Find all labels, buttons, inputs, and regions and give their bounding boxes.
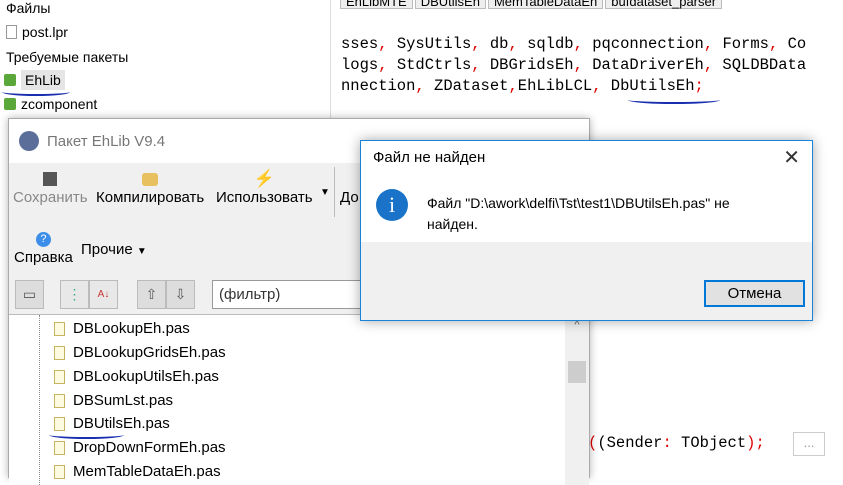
- cancel-button[interactable]: Отмена: [704, 280, 805, 307]
- help-icon: ?: [35, 229, 51, 249]
- tree-item[interactable]: MemTableDataEh.pas: [54, 463, 221, 480]
- use-dropdown-arrow[interactable]: ▼: [320, 187, 330, 198]
- tab[interactable]: DBUtilsEh: [414, 0, 486, 9]
- tree-item[interactable]: DropDownFormEh.pas: [54, 439, 226, 456]
- filter-input[interactable]: (фильтр): [212, 280, 372, 309]
- tree-scrollbar[interactable]: ^: [565, 315, 589, 485]
- editor-tabs: EhLibMTE DBUtilsEh MemTableDataEh bufdat…: [340, 0, 723, 9]
- file-tree: DBLookupEh.pas DBLookupGridsEh.pas DBLoo…: [9, 314, 589, 485]
- file-icon: [54, 345, 65, 360]
- dialog-footer: Отмена: [361, 242, 812, 320]
- file-not-found-dialog: Файл не найден ✕ i Файл "D:\awork\delfi\…: [360, 140, 813, 321]
- file-icon: [54, 416, 65, 431]
- tree-icon: ⋮: [67, 286, 82, 302]
- package-icon: [4, 98, 16, 110]
- ellipsis-button[interactable]: ...: [793, 432, 825, 456]
- file-post-lpr[interactable]: post.lpr: [6, 24, 68, 40]
- open-node-button[interactable]: ▭: [15, 280, 44, 309]
- tree-item[interactable]: DBLookupUtilsEh.pas: [54, 368, 219, 385]
- tab[interactable]: bufdataset_parser: [605, 0, 723, 9]
- files-node[interactable]: Файлы: [6, 0, 50, 16]
- arrow-down-icon: ⇩: [174, 286, 187, 302]
- tab[interactable]: EhLibMTE: [340, 0, 413, 9]
- code-line: sses, SysUtils, db, sqldb, pqconnection,…: [341, 35, 807, 53]
- package-gear-icon: [142, 169, 159, 189]
- dialog-message: Файл "D:\awork\delfi\Tst\test1\DBUtilsEh…: [427, 195, 730, 232]
- code-line: nnection, ZDataset,EhLibLCL, DbUtilsEh;: [341, 77, 704, 95]
- tree-view-button[interactable]: ⋮: [60, 280, 89, 309]
- file-icon: [54, 464, 65, 479]
- toolbar-divider: [334, 167, 335, 217]
- more-menu[interactable]: Прочие ▼: [81, 241, 147, 258]
- ink-underline: [628, 96, 720, 104]
- file-icon: [54, 369, 65, 384]
- file-icon: [54, 393, 65, 408]
- required-packages-node[interactable]: Требуемые пакеты: [6, 49, 128, 65]
- ink-underline: [2, 88, 70, 96]
- windows-icon: ▭: [22, 286, 37, 302]
- code-line: ((Sender: TObject);: [588, 434, 765, 452]
- tree-item[interactable]: DBSumLst.pas: [54, 392, 173, 409]
- package-ehlib[interactable]: EhLib: [4, 70, 65, 90]
- sort-button[interactable]: A↓: [89, 280, 118, 309]
- help-button[interactable]: ? Справка: [14, 229, 73, 266]
- tree-item[interactable]: DBLookupEh.pas: [54, 320, 190, 337]
- save-button[interactable]: Сохранить: [13, 169, 88, 206]
- package-icon: [4, 74, 16, 86]
- add-button[interactable]: До: [340, 169, 359, 206]
- code-line: logs, StdCtrls, DBGridsEh, DataDriverEh,…: [341, 56, 807, 74]
- sort-az-icon: A↓: [97, 289, 110, 300]
- tree-item[interactable]: DBLookupGridsEh.pas: [54, 344, 226, 361]
- move-up-button[interactable]: ⇧: [137, 280, 166, 309]
- tree-item[interactable]: DBUtilsEh.pas: [54, 415, 170, 432]
- ink-underline: [49, 431, 124, 439]
- lightning-icon: ⚡: [253, 169, 275, 188]
- tab[interactable]: MemTableDataEh: [487, 0, 604, 9]
- move-down-button[interactable]: ⇩: [166, 280, 195, 309]
- arrow-up-icon: ⇧: [145, 286, 158, 302]
- dialog-titlebar[interactable]: Файл не найден ✕: [361, 141, 812, 174]
- scrollbar-thumb[interactable]: [568, 361, 586, 383]
- use-button[interactable]: ⚡ Использовать: [216, 169, 313, 206]
- info-icon: i: [376, 189, 408, 221]
- file-icon: [54, 440, 65, 455]
- compile-button[interactable]: Компилировать: [96, 169, 204, 206]
- file-icon: [6, 25, 17, 39]
- close-icon[interactable]: ✕: [783, 145, 800, 170]
- app-icon: [19, 131, 39, 151]
- file-icon: [54, 321, 65, 336]
- package-zcomponent[interactable]: zcomponent: [4, 96, 97, 112]
- floppy-icon: [43, 169, 58, 189]
